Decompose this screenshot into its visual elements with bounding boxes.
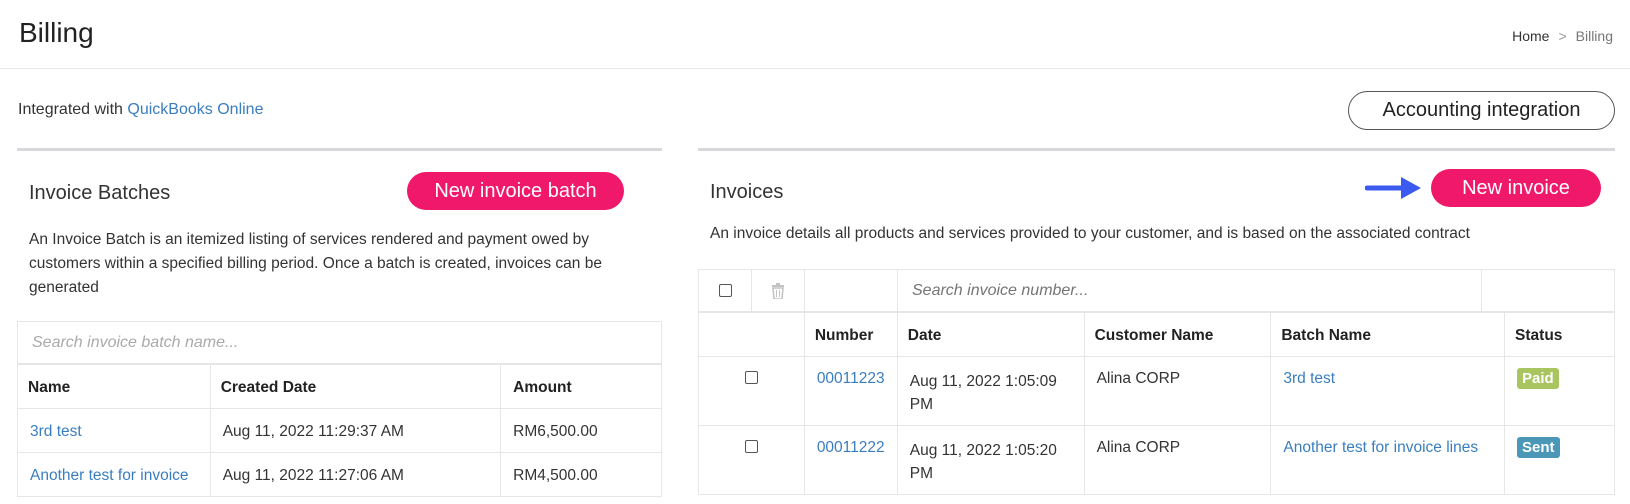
select-all-checkbox[interactable] [718, 284, 732, 297]
batch-name-link[interactable]: 3rd test [30, 423, 82, 440]
breadcrumb-home[interactable]: Home [1512, 28, 1549, 44]
batch-created-date: Aug 11, 2022 11:27:06 AM [209, 452, 502, 497]
accounting-integration-button[interactable]: Accounting integration [1348, 91, 1615, 130]
delete-button[interactable] [752, 270, 805, 311]
batch-search-input[interactable] [18, 322, 661, 363]
page-title: Billing [19, 17, 94, 48]
table-row: 00011222 Aug 11, 2022 1:05:20 PM Alina C… [698, 425, 1615, 495]
column-header-customer-name[interactable]: Customer Name [1083, 312, 1272, 357]
column-header-status[interactable]: Status [1504, 312, 1615, 357]
invoice-number-link[interactable]: 00011222 [817, 439, 885, 456]
arrow-right-icon [1365, 177, 1421, 199]
invoice-customer: Alina CORP [1083, 425, 1272, 495]
table-row: 3rd test Aug 11, 2022 11:29:37 AM RM6,50… [17, 408, 662, 453]
breadcrumb: Home > Billing [1512, 28, 1613, 44]
batch-created-date: Aug 11, 2022 11:29:37 AM [209, 408, 502, 453]
invoice-batch-link[interactable]: 3rd test [1283, 370, 1335, 387]
invoice-customer: Alina CORP [1083, 356, 1272, 426]
invoices-panel: Invoices New invoice An invoice details … [698, 148, 1615, 504]
status-badge: Paid [1517, 368, 1559, 389]
column-header-amount[interactable]: Amount [500, 364, 662, 409]
table-header-row: Name Created Date Amount [17, 364, 662, 409]
table-row: Another test for invoice Aug 11, 2022 11… [17, 452, 662, 497]
table-header-row: Number Date Customer Name Batch Name Sta… [698, 312, 1615, 357]
row-checkbox[interactable] [744, 440, 758, 453]
select-all-cell [699, 270, 752, 311]
breadcrumb-current: Billing [1575, 28, 1613, 44]
invoices-description: An invoice details all products and serv… [710, 225, 1470, 242]
column-header-name[interactable]: Name [17, 364, 211, 409]
column-header-select [698, 312, 805, 357]
column-header-date[interactable]: Date [896, 312, 1085, 357]
batch-amount: RM4,500.00 [500, 452, 662, 497]
toolbar-spacer [805, 270, 898, 311]
column-header-created-date[interactable]: Created Date [209, 364, 502, 409]
new-invoice-batch-button[interactable]: New invoice batch [407, 172, 624, 210]
breadcrumb-separator: > [1558, 28, 1567, 44]
invoice-batches-title: Invoice Batches [29, 182, 171, 204]
table-row: 00011223 Aug 11, 2022 1:05:09 PM Alina C… [698, 356, 1615, 426]
invoice-search-cell [898, 270, 1482, 311]
quickbooks-link[interactable]: QuickBooks Online [127, 101, 263, 118]
page-header: Billing Home > Billing [0, 0, 1630, 69]
batch-amount: RM6,500.00 [500, 408, 662, 453]
status-badge: Sent [1517, 437, 1560, 458]
integration-prefix: Integrated with [18, 101, 123, 118]
new-invoice-button[interactable]: New invoice [1431, 169, 1601, 207]
invoice-search-input[interactable] [898, 270, 1481, 311]
row-checkbox[interactable] [744, 371, 758, 384]
invoice-toolbar [698, 269, 1615, 312]
invoice-batch-link[interactable]: Another test for invoice lines [1283, 439, 1478, 456]
invoice-batches-panel: Invoice Batches New invoice batch An Inv… [17, 148, 662, 504]
batch-name-link[interactable]: Another test for invoice [30, 467, 189, 484]
integration-status: Integrated with QuickBooks Online [18, 101, 263, 119]
invoices-title: Invoices [710, 181, 784, 203]
trash-icon [772, 282, 784, 299]
column-header-number[interactable]: Number [803, 312, 898, 357]
invoice-date: Aug 11, 2022 1:05:09 PM [896, 356, 1085, 426]
batch-search-row [17, 321, 662, 364]
invoices-table: Number Date Customer Name Batch Name Sta… [698, 312, 1615, 495]
batches-table: Name Created Date Amount 3rd test Aug 11… [17, 364, 662, 497]
invoice-date: Aug 11, 2022 1:05:20 PM [896, 425, 1085, 495]
column-header-batch-name[interactable]: Batch Name [1270, 312, 1506, 357]
invoice-number-link[interactable]: 00011223 [817, 370, 885, 387]
invoice-batches-description: An Invoice Batch is an itemized listing … [29, 231, 602, 296]
